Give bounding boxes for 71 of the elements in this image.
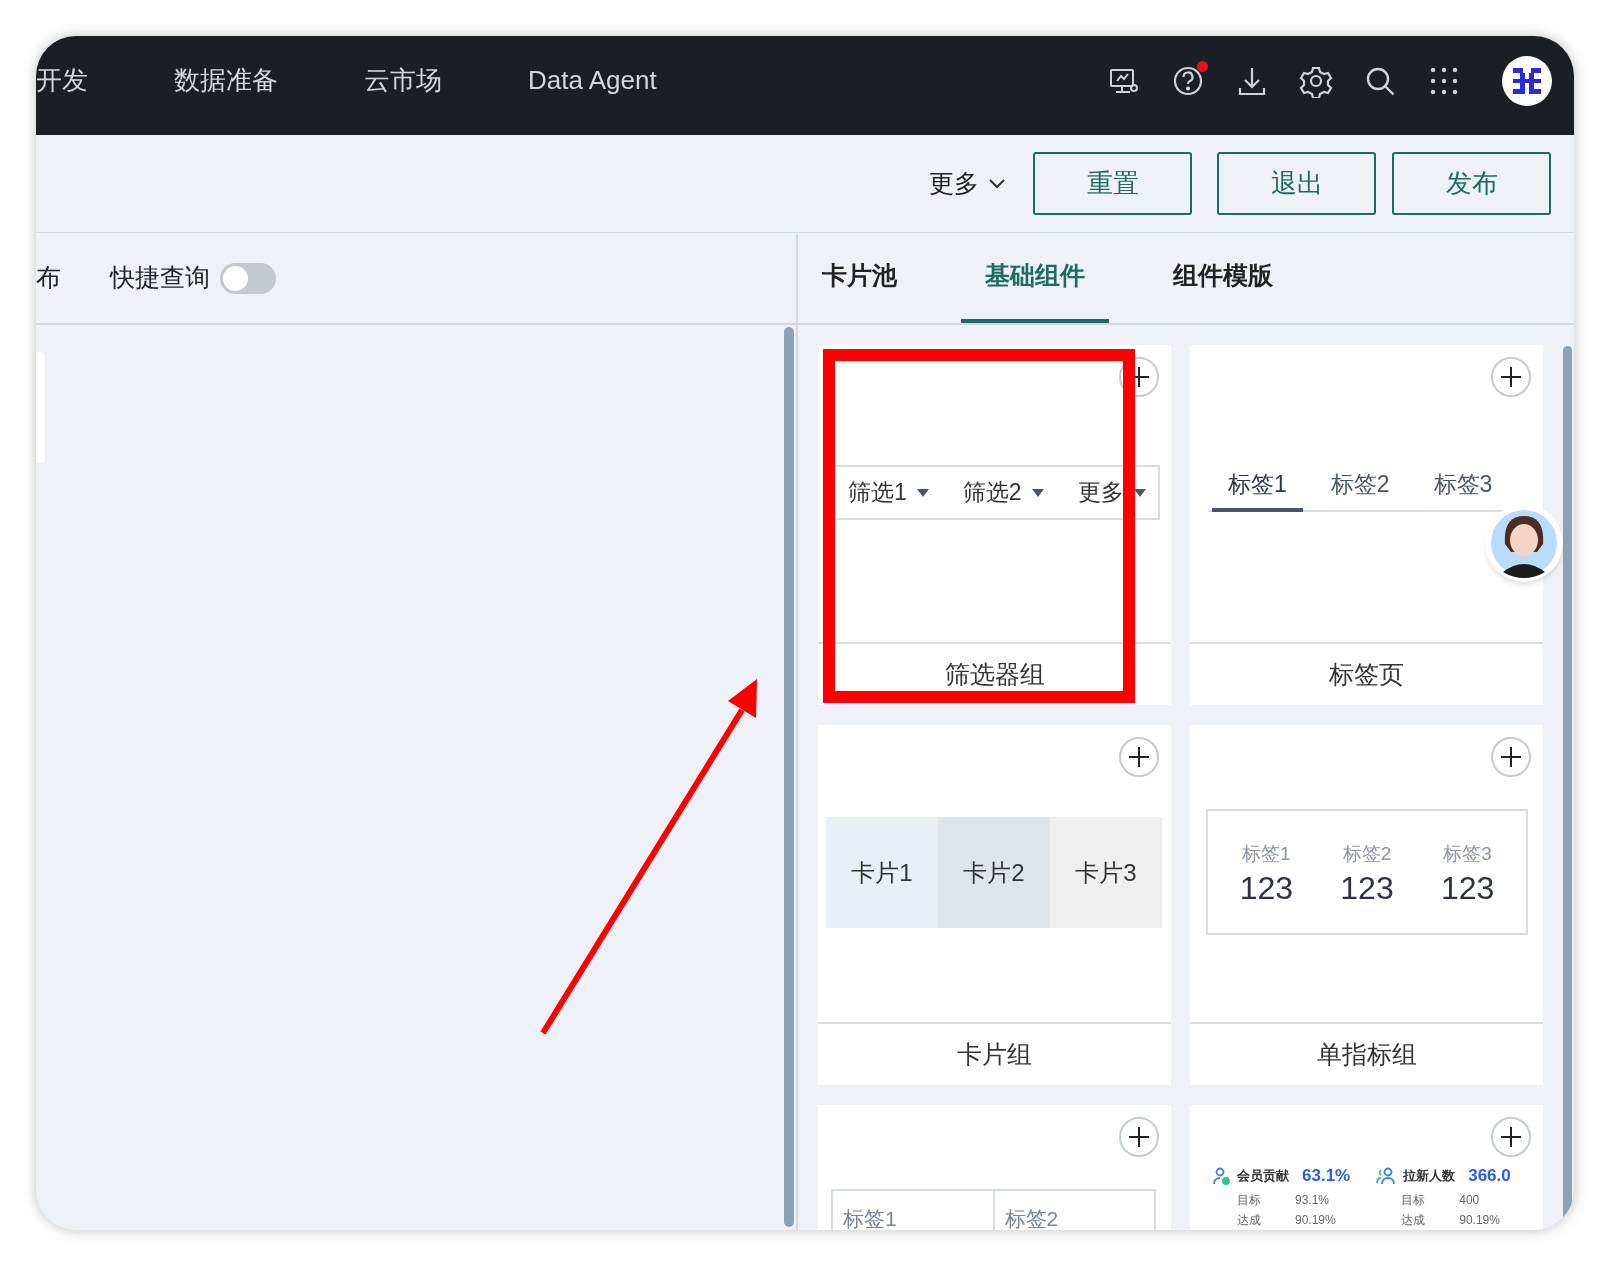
dropdown-triangle-icon bbox=[916, 488, 929, 497]
filter-dropdown[interactable]: 更多 bbox=[1077, 475, 1146, 510]
table-cell: 标签2 bbox=[992, 1191, 1154, 1230]
component-card[interactable]: 标签1 标签2 标签3 标签页 bbox=[1190, 345, 1543, 705]
add-button[interactable] bbox=[1119, 1117, 1159, 1157]
indicator-value: 123 bbox=[1340, 872, 1394, 905]
person-icon bbox=[1212, 1166, 1230, 1185]
mini-card: 卡片1 bbox=[826, 817, 938, 928]
card-title: 标签页 bbox=[1190, 642, 1543, 705]
nav-link[interactable]: 开发 bbox=[36, 61, 88, 100]
component-card[interactable]: 标签1 123 标签2 123 标签3 123 单指标组 bbox=[1190, 725, 1543, 1085]
metric-row-label: 达成 bbox=[1237, 1211, 1262, 1229]
mini-card: 卡片2 bbox=[938, 817, 1050, 928]
people-icon bbox=[1376, 1166, 1397, 1185]
toggle-switch[interactable] bbox=[220, 262, 276, 294]
indicator-label: 标签2 bbox=[1342, 841, 1392, 866]
metric-value: 63.1% bbox=[1302, 1165, 1351, 1187]
indicator-label: 标签1 bbox=[1242, 841, 1291, 866]
toolbar-button[interactable]: 退出 bbox=[1217, 152, 1376, 215]
toolbar-button[interactable]: 重置 bbox=[1033, 152, 1192, 215]
more-dropdown[interactable]: 更多 bbox=[929, 164, 1005, 203]
plus-icon bbox=[1128, 746, 1150, 768]
chevron-down-icon bbox=[989, 178, 1005, 189]
panel-tab[interactable]: 组件模版 bbox=[1149, 233, 1297, 323]
nav-link[interactable]: 云市场 bbox=[364, 61, 442, 100]
metric-row-label: 目标 bbox=[1237, 1191, 1262, 1209]
user-avatar[interactable] bbox=[1502, 55, 1552, 106]
metric-name: 拉新人数 bbox=[1403, 1167, 1456, 1185]
card-title: 单指标组 bbox=[1190, 1022, 1543, 1085]
card-title: 筛选器组 bbox=[818, 642, 1171, 705]
tab-label[interactable]: 布 bbox=[36, 259, 61, 297]
add-button[interactable] bbox=[1491, 1117, 1531, 1157]
indicator-label: 标签3 bbox=[1443, 841, 1492, 866]
plus-icon bbox=[1500, 366, 1522, 388]
metric-row-value: 90.19% bbox=[1295, 1211, 1336, 1229]
panel-tab[interactable]: 卡片池 bbox=[798, 233, 921, 323]
assistant-avatar[interactable] bbox=[1485, 504, 1563, 582]
nav-link[interactable]: 数据准备 bbox=[174, 61, 278, 100]
plus-icon bbox=[1500, 746, 1522, 768]
metric-row-label: 目标 bbox=[1401, 1191, 1427, 1209]
indicator-value: 123 bbox=[1239, 872, 1293, 905]
component-card[interactable]: 卡片1 卡片2 卡片3 卡片组 bbox=[818, 725, 1171, 1085]
metric-row-value: 93.1% bbox=[1295, 1191, 1330, 1209]
filter-dropdown[interactable]: 筛选1 bbox=[848, 475, 929, 510]
tab[interactable]: 标签1 bbox=[1212, 467, 1303, 512]
scrollbar[interactable] bbox=[784, 327, 794, 1227]
metric-row-label: 达成 bbox=[1401, 1211, 1427, 1229]
component-card[interactable]: 标签1 标签2 bbox=[818, 1105, 1171, 1230]
add-button[interactable] bbox=[1119, 737, 1159, 777]
dropdown-triangle-icon bbox=[1031, 488, 1044, 497]
add-button[interactable] bbox=[1491, 357, 1531, 397]
dropdown-triangle-icon bbox=[1133, 488, 1146, 497]
plus-icon bbox=[1500, 1126, 1522, 1148]
nav-link[interactable]: Data Agent bbox=[528, 61, 657, 100]
metric-name: 会员贡献 bbox=[1237, 1167, 1289, 1185]
tab[interactable]: 标签2 bbox=[1314, 467, 1406, 512]
panel-tab[interactable]: 基础组件 bbox=[961, 233, 1109, 323]
plus-icon bbox=[1128, 1126, 1150, 1148]
filter-dropdown[interactable]: 筛选2 bbox=[962, 475, 1044, 510]
table-cell-text: 标签1 bbox=[842, 1206, 898, 1230]
indicator-value: 123 bbox=[1440, 872, 1495, 905]
metric-value: 366.0 bbox=[1468, 1165, 1511, 1187]
metric-row-value: 400 bbox=[1459, 1191, 1480, 1209]
add-button[interactable] bbox=[1491, 737, 1531, 777]
card-title: 卡片组 bbox=[818, 1022, 1171, 1085]
component-card[interactable]: 会员贡献 63.1% 目标 93.1% 达成 90.19% 拉新人数 366.0 目标 400 达成 90.19% bbox=[1190, 1105, 1543, 1230]
mini-card: 卡片3 bbox=[1050, 817, 1162, 928]
metric-row-value: 90.19% bbox=[1459, 1211, 1500, 1229]
toolbar-button[interactable]: 发布 bbox=[1392, 152, 1551, 215]
toggle-label: 快捷查询 bbox=[110, 262, 210, 294]
tab[interactable]: 标签3 bbox=[1417, 467, 1509, 512]
